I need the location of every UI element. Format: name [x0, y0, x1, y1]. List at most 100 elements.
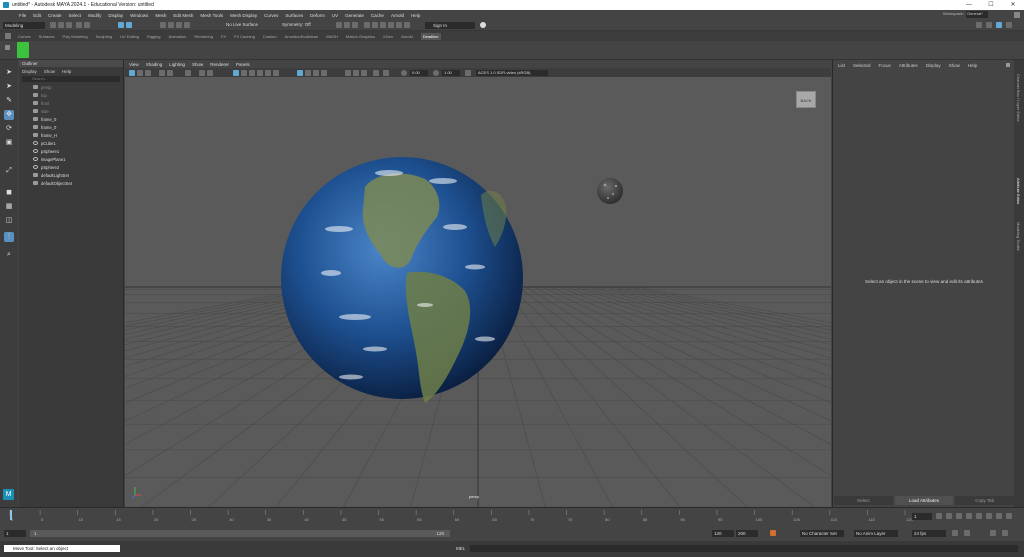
- toggle-channel-box-icon[interactable]: [1006, 22, 1012, 28]
- anti-aliasing-icon[interactable]: [313, 69, 319, 76]
- gamma-field[interactable]: 1.00: [442, 69, 460, 76]
- viewport-menu-show[interactable]: Show: [192, 62, 203, 67]
- isolate-select-icon[interactable]: [345, 69, 351, 76]
- exposure-field[interactable]: 0.00: [410, 69, 428, 76]
- viewport-menu-shading[interactable]: Shading: [146, 62, 163, 67]
- menu-uv[interactable]: UV: [332, 13, 338, 18]
- maximize-button[interactable]: ☐: [980, 0, 1002, 10]
- move-tool-icon[interactable]: ✥: [4, 110, 14, 120]
- shelf-tab-custom[interactable]: Custom: [263, 34, 277, 39]
- outliner-item[interactable]: frame_0: [19, 115, 123, 123]
- shelf-tab-rigging[interactable]: Rigging: [147, 34, 161, 39]
- outliner-item[interactable]: pSphere1: [19, 147, 123, 155]
- character-set-select[interactable]: No Character Set: [800, 530, 844, 537]
- menu-display[interactable]: Display: [108, 13, 123, 18]
- menu-edit[interactable]: Edit: [33, 13, 41, 18]
- image-plane-icon[interactable]: [159, 69, 165, 76]
- render-setup-icon[interactable]: [372, 22, 378, 28]
- shelf-tab-motion-graphics[interactable]: Motion Graphics: [346, 34, 375, 39]
- four-view-layout-icon[interactable]: ▦: [4, 202, 14, 212]
- close-button[interactable]: ✕: [1002, 0, 1024, 10]
- xray-active-icon[interactable]: [373, 69, 379, 76]
- playback-end-field[interactable]: 120: [712, 530, 734, 537]
- color-management-icon[interactable]: [465, 69, 471, 76]
- render-frame-icon[interactable]: [336, 22, 342, 28]
- step-forward-key-icon[interactable]: [996, 513, 1002, 519]
- range-bar[interactable]: 1 120: [30, 530, 450, 537]
- outliner-item[interactable]: imagePlane1: [19, 155, 123, 163]
- lasso-tool-icon[interactable]: ➤: [4, 82, 14, 92]
- menu-curves[interactable]: Curves: [264, 13, 278, 18]
- outliner-menu-display[interactable]: Display: [22, 69, 37, 74]
- viewport-menu-panels[interactable]: Panels: [236, 62, 250, 67]
- outliner-item[interactable]: persp: [19, 83, 123, 91]
- single-perspective-layout-icon[interactable]: ◼: [4, 188, 14, 198]
- save-scene-icon[interactable]: [66, 22, 72, 28]
- ipr-render-icon[interactable]: [344, 22, 350, 28]
- shelf-tab-mash[interactable]: MASH: [326, 34, 338, 39]
- tab-modeling-toolkit[interactable]: Modeling Toolkit: [1016, 222, 1021, 251]
- bookmarks-icon[interactable]: [145, 69, 151, 76]
- menu-mesh[interactable]: Mesh: [155, 13, 166, 18]
- smooth-shade-icon[interactable]: [241, 69, 247, 76]
- scale-tool-icon[interactable]: ▣: [4, 138, 14, 148]
- tab-attribute-editor[interactable]: Attribute Editor: [1016, 178, 1021, 204]
- attr-menu-show[interactable]: Show: [949, 63, 960, 68]
- shelf-tab-arnoldoneuclidean[interactable]: ArnoldonEuclidean: [285, 34, 319, 39]
- shelf-tab-poly-modeling[interactable]: Poly Modeling: [62, 34, 87, 39]
- shelf-tab-surfaces[interactable]: Surfaces: [39, 34, 55, 39]
- outliner-search-input[interactable]: Search...: [22, 76, 120, 82]
- help-icon[interactable]: [480, 22, 486, 28]
- outliner-menu-help[interactable]: Help: [62, 69, 71, 74]
- menu-cache[interactable]: Cache: [371, 13, 384, 18]
- attr-menu-selected[interactable]: Selected: [853, 63, 871, 68]
- motion-blur-icon[interactable]: [305, 69, 311, 76]
- view-transform-select[interactable]: ACES 1.0 SDR-video (sRGB): [476, 69, 548, 76]
- outliner-item[interactable]: frame_0: [19, 123, 123, 131]
- attr-menu-focus[interactable]: Focus: [879, 63, 891, 68]
- settings-icon[interactable]: [1002, 530, 1008, 536]
- menu-surfaces[interactable]: Surfaces: [285, 13, 303, 18]
- step-back-key-icon[interactable]: [946, 513, 952, 519]
- step-forward-frame-icon[interactable]: [986, 513, 992, 519]
- menu-file[interactable]: File: [19, 13, 26, 18]
- arnold-render-view-icon[interactable]: [388, 22, 394, 28]
- shelf-tab-arnold[interactable]: Arnold: [401, 34, 413, 39]
- toggle-attribute-editor-icon[interactable]: [986, 22, 992, 28]
- snap-grid-icon[interactable]: [160, 22, 166, 28]
- current-time-marker[interactable]: [10, 510, 12, 520]
- viewport-menu-renderer[interactable]: Renderer: [210, 62, 229, 67]
- deadline-submit-icon[interactable]: [17, 42, 29, 58]
- current-frame-field[interactable]: 1: [912, 513, 932, 520]
- shelf-tab-uv-editing[interactable]: UV Editing: [120, 34, 139, 39]
- xray-joints-icon[interactable]: [361, 69, 367, 76]
- mode-select[interactable]: Modeling: [3, 21, 45, 29]
- tab-channel-box[interactable]: Channel Box / Layer Editor: [1016, 74, 1021, 122]
- two-view-layout-icon[interactable]: ◫: [4, 216, 14, 226]
- hypershade-icon[interactable]: [364, 22, 370, 28]
- render-settings-icon[interactable]: [352, 22, 358, 28]
- earth-sphere[interactable]: [281, 157, 523, 403]
- animation-prefs-icon[interactable]: [990, 530, 996, 536]
- fps-select[interactable]: 24 fps: [912, 530, 946, 537]
- outliner-item[interactable]: front: [19, 99, 123, 107]
- anim-layer-select[interactable]: No Anim Layer: [854, 530, 898, 537]
- attr-menu-attributes[interactable]: Attributes: [899, 63, 918, 68]
- light-editor-icon[interactable]: [380, 22, 386, 28]
- sign-in-button[interactable]: Sign In: [425, 21, 475, 29]
- wireframe-on-shaded-icon[interactable]: [249, 69, 255, 76]
- menu-modify[interactable]: Modify: [88, 13, 101, 18]
- grid-icon[interactable]: [199, 69, 205, 76]
- go-to-start-icon[interactable]: [936, 513, 942, 519]
- menu-mesh-tools[interactable]: Mesh Tools: [200, 13, 223, 18]
- show-manipulator-icon[interactable]: ⤢: [4, 166, 14, 176]
- workspace-lock-icon[interactable]: [1014, 12, 1020, 18]
- toggle-tool-settings-icon[interactable]: [996, 22, 1002, 28]
- snap-surface-icon[interactable]: [184, 22, 190, 28]
- snap-point-icon[interactable]: [176, 22, 182, 28]
- paint-select-tool-icon[interactable]: ✎: [4, 96, 14, 106]
- play-forwards-icon[interactable]: [976, 513, 982, 519]
- redo-icon[interactable]: [84, 22, 90, 28]
- viewport-menu-lighting[interactable]: Lighting: [169, 62, 185, 67]
- snap-curve-icon[interactable]: [168, 22, 174, 28]
